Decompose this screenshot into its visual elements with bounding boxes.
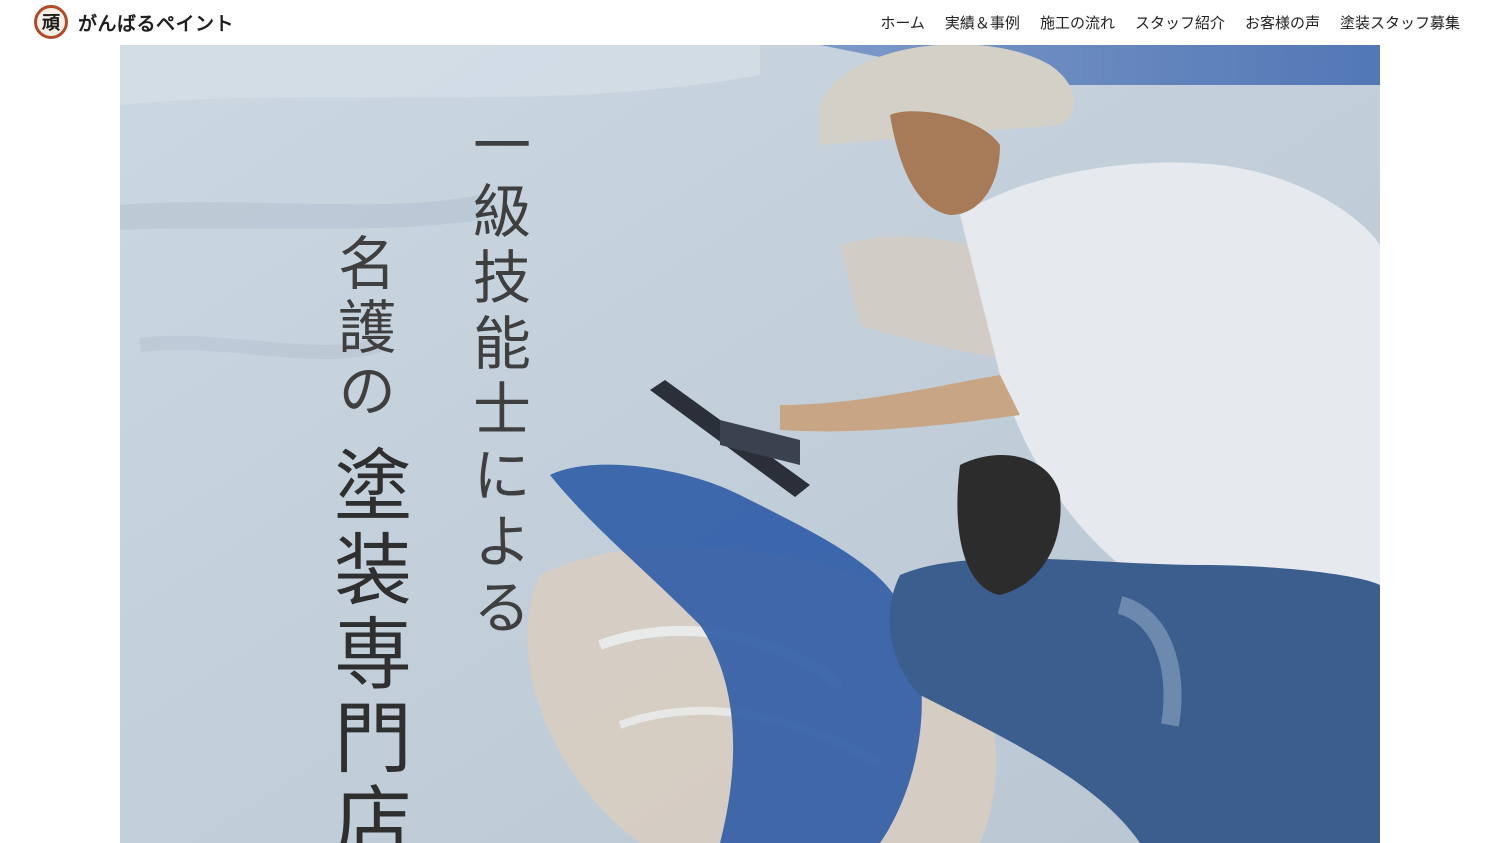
logo-mark-icon: 頑	[34, 5, 68, 39]
hero-catch-line2: 名護の	[328, 233, 396, 425]
hero-photo-illustration	[120, 45, 1380, 843]
nav-item-home[interactable]: ホーム	[880, 12, 925, 33]
nav-item-recruit[interactable]: 塗装スタッフ募集	[1340, 12, 1460, 33]
nav-item-works[interactable]: 実績＆事例	[945, 12, 1020, 33]
site-header: 頑 がんばるペイント ホーム 実績＆事例 施工の流れ スタッフ紹介 お客様の声 …	[0, 0, 1500, 45]
nav-item-flow[interactable]: 施工の流れ	[1040, 12, 1115, 33]
nav-item-voice[interactable]: お客様の声	[1245, 12, 1320, 33]
site-name: がんばるペイント	[78, 12, 235, 35]
site-logo-link[interactable]: 頑 がんばるペイント	[34, 4, 234, 40]
nav-item-staff[interactable]: スタッフ紹介	[1135, 12, 1225, 33]
hero-image: 一級技能士による 名護の 塗装専門店	[120, 45, 1380, 843]
hero-catch-line3: 塗装専門店	[321, 445, 411, 843]
hero-catch-line1: 一級技能士による	[463, 115, 531, 643]
main-nav: ホーム 実績＆事例 施工の流れ スタッフ紹介 お客様の声 塗装スタッフ募集	[860, 0, 1460, 45]
